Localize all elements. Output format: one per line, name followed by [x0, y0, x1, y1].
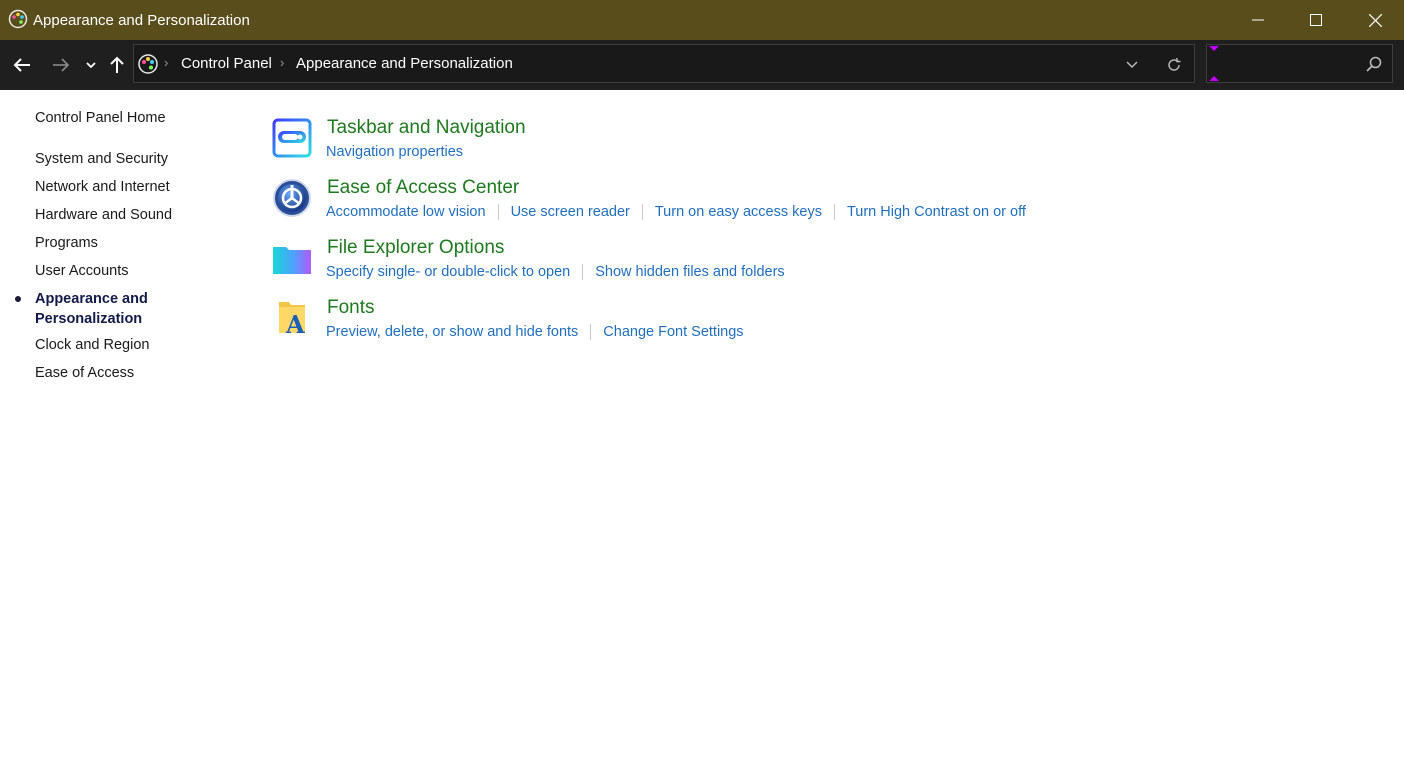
current-item-bullet [15, 296, 21, 302]
window-title: Appearance and Personalization [33, 12, 250, 29]
fonts-icon[interactable]: A [270, 297, 314, 341]
section-links: Preview, delete, or show and hide fonts … [326, 324, 744, 340]
sidebar-item-clock-region[interactable]: Clock and Region [35, 337, 149, 353]
section-links: Accommodate low vision Use screen reader… [326, 204, 1026, 220]
section-title[interactable]: Fonts [327, 297, 375, 319]
breadcrumb-appearance[interactable]: Appearance and Personalization [296, 55, 513, 72]
section-title[interactable]: File Explorer Options [327, 237, 504, 259]
ease-of-access-icon[interactable] [270, 177, 314, 221]
link-use-screen-reader[interactable]: Use screen reader [511, 204, 630, 220]
up-button[interactable] [105, 53, 129, 77]
search-box[interactable] [1206, 44, 1393, 83]
arrow-up-icon [110, 56, 124, 73]
sidebar-item-network-internet[interactable]: Network and Internet [35, 179, 170, 195]
section-links: Navigation properties [326, 144, 463, 160]
breadcrumb-separator-icon[interactable]: › [280, 55, 284, 70]
link-accommodate-low-vision[interactable]: Accommodate low vision [326, 204, 486, 220]
address-bar[interactable]: › Control Panel › Appearance and Persona… [133, 44, 1195, 83]
refresh-button[interactable] [1162, 53, 1186, 77]
link-divider [497, 204, 499, 220]
link-show-hidden-files[interactable]: Show hidden files and folders [595, 264, 784, 280]
breadcrumb-control-panel[interactable]: Control Panel [181, 55, 272, 72]
link-easy-access-keys[interactable]: Turn on easy access keys [655, 204, 822, 220]
link-change-font-settings[interactable]: Change Font Settings [603, 324, 743, 340]
taskbar-icon[interactable] [270, 117, 314, 161]
sidebar-control-panel-home[interactable]: Control Panel Home [35, 110, 166, 126]
sidebar: Control Panel Home System and Security N… [0, 90, 250, 768]
address-dropdown-button[interactable] [1121, 54, 1143, 76]
close-icon [1368, 13, 1382, 27]
sidebar-item-ease-of-access[interactable]: Ease of Access [35, 365, 134, 381]
link-divider [582, 264, 584, 280]
sidebar-item-system-security[interactable]: System and Security [35, 151, 168, 167]
back-button[interactable] [10, 53, 34, 77]
section-title[interactable]: Ease of Access Center [327, 177, 519, 199]
arrow-right-icon [53, 58, 70, 72]
forward-button[interactable] [49, 53, 73, 77]
refresh-icon [1168, 58, 1181, 71]
section-title[interactable]: Taskbar and Navigation [327, 117, 526, 139]
title-bar: Appearance and Personalization [0, 0, 1404, 40]
recent-locations-button[interactable] [81, 53, 101, 77]
link-divider [641, 204, 643, 220]
sidebar-item-appearance-personalization[interactable]: Appearance and Personalization [35, 289, 185, 329]
svg-text:A: A [285, 310, 305, 339]
folder-icon[interactable] [270, 237, 314, 281]
palette-icon [138, 54, 158, 74]
sidebar-item-hardware-sound[interactable]: Hardware and Sound [35, 207, 172, 223]
sidebar-item-user-accounts[interactable]: User Accounts [35, 263, 129, 279]
link-divider [833, 204, 835, 220]
maximize-button[interactable] [1287, 0, 1345, 40]
minimize-icon [1252, 19, 1264, 21]
minimize-button[interactable] [1229, 0, 1287, 40]
link-navigation-properties[interactable]: Navigation properties [326, 144, 463, 160]
close-button[interactable] [1346, 0, 1404, 40]
palette-icon [8, 9, 28, 29]
navigation-bar: › Control Panel › Appearance and Persona… [0, 40, 1404, 90]
link-divider [590, 324, 592, 340]
link-single-double-click[interactable]: Specify single- or double-click to open [326, 264, 570, 280]
chevron-down-icon [86, 62, 96, 69]
link-high-contrast[interactable]: Turn High Contrast on or off [847, 204, 1026, 220]
maximize-icon [1310, 14, 1322, 26]
link-preview-delete-fonts[interactable]: Preview, delete, or show and hide fonts [326, 324, 578, 340]
arrow-left-icon [13, 58, 30, 72]
search-icon[interactable] [1365, 55, 1383, 73]
chevron-down-icon [1126, 61, 1138, 68]
breadcrumb-separator-icon[interactable]: › [164, 55, 168, 70]
search-input[interactable] [1215, 51, 1365, 76]
section-links: Specify single- or double-click to open … [326, 264, 785, 280]
sidebar-item-programs[interactable]: Programs [35, 235, 98, 251]
